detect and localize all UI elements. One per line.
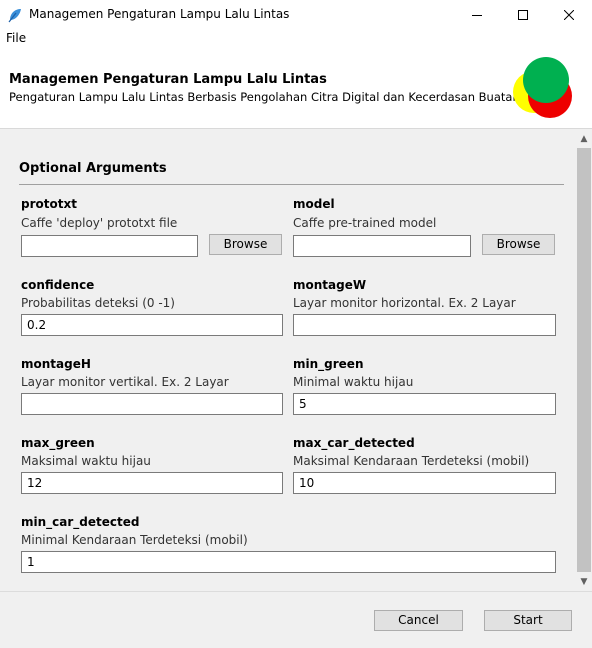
- close-button[interactable]: [546, 0, 592, 29]
- prototxt-browse-button[interactable]: Browse: [209, 234, 282, 255]
- header-title: Managemen Pengaturan Lampu Lalu Lintas: [9, 72, 327, 87]
- montagew-label: montageW: [293, 278, 367, 292]
- prototxt-label: prototxt: [21, 197, 77, 211]
- confidence-label: confidence: [21, 278, 95, 292]
- menu-file[interactable]: File: [6, 31, 26, 45]
- confidence-help: Probabilitas deteksi (0 -1): [21, 296, 175, 310]
- model-help: Caffe pre-trained model: [293, 216, 437, 230]
- app-icon: [8, 9, 21, 23]
- montageh-help: Layar monitor vertikal. Ex. 2 Layar: [21, 375, 229, 389]
- app-window: Managemen Pengaturan Lampu Lalu Lintas F…: [0, 0, 592, 648]
- min-green-help: Minimal waktu hijau: [293, 375, 414, 389]
- model-label: model: [293, 197, 335, 211]
- max-green-input[interactable]: 12: [21, 472, 283, 494]
- header-panel: Managemen Pengaturan Lampu Lalu Lintas P…: [0, 48, 592, 129]
- max-car-detected-input[interactable]: 10: [293, 472, 556, 494]
- traffic-light-logo: [513, 57, 572, 118]
- close-icon: [564, 9, 574, 20]
- minimize-icon: [472, 14, 482, 16]
- scroll-down-icon[interactable]: ▼: [576, 573, 592, 590]
- arguments-panel: Optional Arguments prototxt Caffe 'deplo…: [0, 129, 576, 591]
- window-title: Managemen Pengaturan Lampu Lalu Lintas: [29, 7, 290, 21]
- min-green-label: min_green: [293, 357, 364, 371]
- montageh-label: montageH: [21, 357, 91, 371]
- min-green-input[interactable]: 5: [293, 393, 556, 415]
- max-green-label: max_green: [21, 436, 95, 450]
- prototxt-input[interactable]: [21, 235, 198, 257]
- min-car-detected-label: min_car_detected: [21, 515, 140, 529]
- section-title: Optional Arguments: [19, 161, 167, 176]
- maximize-button[interactable]: [500, 0, 546, 29]
- max-green-help: Maksimal waktu hijau: [21, 454, 151, 468]
- confidence-input[interactable]: 0.2: [21, 314, 283, 336]
- minimize-button[interactable]: [454, 0, 500, 29]
- model-input[interactable]: [293, 235, 471, 257]
- model-browse-button[interactable]: Browse: [482, 234, 555, 255]
- start-button[interactable]: Start: [484, 610, 572, 631]
- max-car-detected-label: max_car_detected: [293, 436, 415, 450]
- footer-bar: Cancel Start: [0, 591, 592, 648]
- montagew-help: Layar monitor horizontal. Ex. 2 Layar: [293, 296, 516, 310]
- prototxt-help: Caffe 'deploy' prototxt file: [21, 216, 178, 230]
- montageh-input[interactable]: [21, 393, 283, 415]
- section-divider: [19, 184, 564, 185]
- montagew-input[interactable]: [293, 314, 556, 336]
- scrollbar-thumb[interactable]: [577, 148, 591, 572]
- vertical-scrollbar[interactable]: ▲ ▼: [576, 129, 592, 591]
- scroll-up-icon[interactable]: ▲: [576, 130, 592, 147]
- min-car-detected-help: Minimal Kendaraan Terdeteksi (mobil): [21, 533, 248, 547]
- title-bar: Managemen Pengaturan Lampu Lalu Lintas: [0, 0, 592, 29]
- min-car-detected-input[interactable]: 1: [21, 551, 556, 573]
- cancel-button[interactable]: Cancel: [374, 610, 463, 631]
- header-subtitle: Pengaturan Lampu Lalu Lintas Berbasis Pe…: [9, 90, 520, 104]
- max-car-detected-help: Maksimal Kendaraan Terdeteksi (mobil): [293, 454, 530, 468]
- menu-bar: File: [0, 29, 592, 48]
- maximize-icon: [518, 9, 528, 20]
